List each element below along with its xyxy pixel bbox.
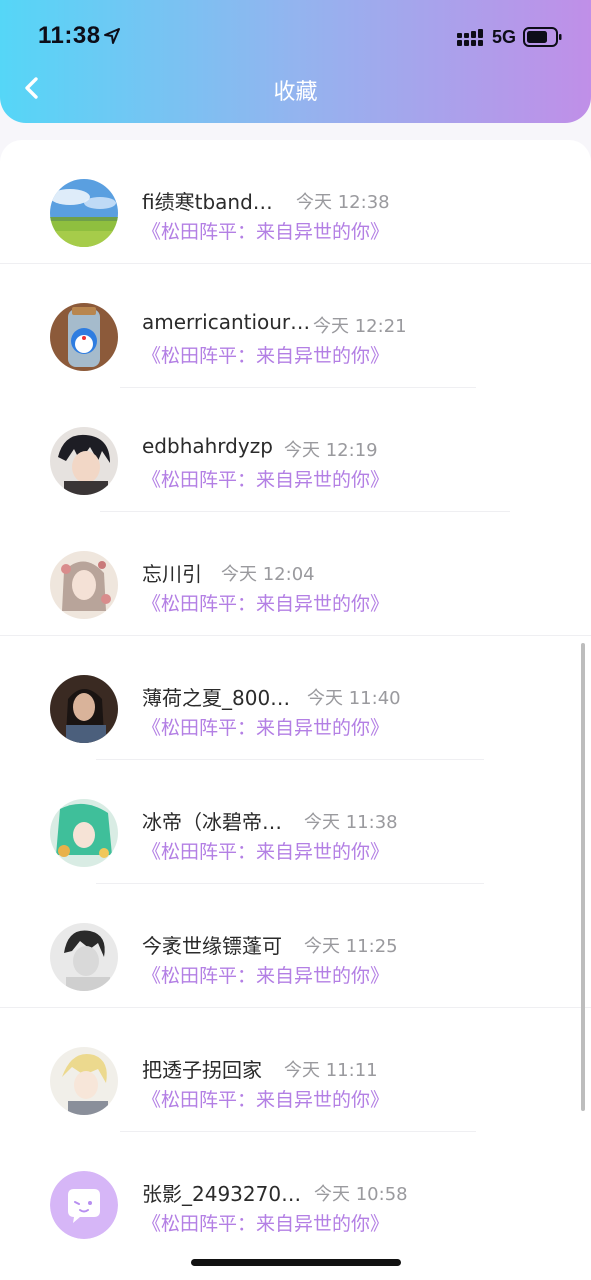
list-item[interactable]: 把透子拐回家 今天 11:11 《松田阵平：来自异世的你》 xyxy=(0,1008,591,1132)
status-bar: 11:38 5G xyxy=(0,0,591,70)
avatar[interactable] xyxy=(50,551,118,619)
user-name: edbhahrdyzp xyxy=(142,434,273,458)
list-item[interactable]: 忘川引 今天 12:04 《松田阵平：来自异世的你》 xyxy=(0,512,591,636)
battery-icon xyxy=(523,27,562,47)
book-title[interactable]: 《松田阵平：来自异世的你》 xyxy=(142,341,389,368)
time-stamp: 今天 11:40 xyxy=(307,688,401,709)
time-stamp: 今天 11:25 xyxy=(304,936,398,957)
user-name: 忘川引 xyxy=(142,562,202,586)
book-title[interactable]: 《松田阵平：来自异世的你》 xyxy=(142,713,389,740)
user-name: 张影_2493270… xyxy=(142,1182,302,1206)
home-indicator[interactable] xyxy=(191,1259,401,1266)
time-stamp: 今天 12:04 xyxy=(221,564,315,585)
list-item[interactable]: edbhahrdyzp 今天 12:19 《松田阵平：来自异世的你》 xyxy=(0,388,591,512)
book-title[interactable]: 《松田阵平：来自异世的你》 xyxy=(142,1209,389,1236)
avatar[interactable] xyxy=(50,799,118,867)
user-name: fi绩寒tband… xyxy=(142,190,273,214)
header: 11:38 5G 收藏 xyxy=(0,0,591,123)
avatar[interactable] xyxy=(50,1047,118,1115)
book-title[interactable]: 《松田阵平：来自异世的你》 xyxy=(142,1085,389,1112)
time-stamp: 今天 10:58 xyxy=(314,1184,408,1205)
avatar[interactable] xyxy=(50,1171,118,1239)
location-arrow-icon xyxy=(104,28,120,44)
signal-icon xyxy=(457,29,483,46)
status-time: 11:38 xyxy=(38,22,101,49)
list-item[interactable]: 张影_2493270… 今天 10:58 《松田阵平：来自异世的你》 xyxy=(0,1132,591,1256)
avatar[interactable] xyxy=(50,923,118,991)
book-title[interactable]: 《松田阵平：来自异世的你》 xyxy=(142,589,389,616)
time-stamp: 今天 12:21 xyxy=(313,316,407,337)
avatar[interactable] xyxy=(50,427,118,495)
avatar[interactable] xyxy=(50,303,118,371)
user-name: amerricantiour… xyxy=(142,310,311,334)
list-item[interactable]: 冰帝（冰碧帝… 今天 11:38 《松田阵平：来自异世的你》 xyxy=(0,760,591,884)
avatar[interactable] xyxy=(50,179,118,247)
list-item[interactable]: amerricantiour… 今天 12:21 《松田阵平：来自异世的你》 xyxy=(0,264,591,388)
book-title[interactable]: 《松田阵平：来自异世的你》 xyxy=(142,217,389,244)
user-name: 薄荷之夏_800… xyxy=(142,686,291,710)
user-name: 把透子拐回家 xyxy=(142,1058,262,1082)
time-stamp: 今天 12:38 xyxy=(296,192,390,213)
list-item[interactable]: 今袤世缘镖蓬可 今天 11:25 《松田阵平：来自异世的你》 xyxy=(0,884,591,1008)
book-title[interactable]: 《松田阵平：来自异世的你》 xyxy=(142,837,389,864)
page-title: 收藏 xyxy=(273,79,318,104)
network-type: 5G xyxy=(492,27,517,47)
time-stamp: 今天 11:11 xyxy=(284,1060,378,1081)
list-item[interactable]: fi绩寒tband… 今天 12:38 《松田阵平：来自异世的你》 xyxy=(0,140,591,264)
scrollbar[interactable] xyxy=(581,643,585,1111)
user-name: 今袤世缘镖蓬可 xyxy=(142,934,282,958)
favorites-list: fi绩寒tband… 今天 12:38 《松田阵平：来自异世的你》 amerri… xyxy=(0,140,591,1280)
list-item[interactable]: 薄荷之夏_800… 今天 11:40 《松田阵平：来自异世的你》 xyxy=(0,636,591,760)
time-stamp: 今天 12:19 xyxy=(284,440,378,461)
time-stamp: 今天 11:38 xyxy=(304,812,398,833)
avatar[interactable] xyxy=(50,675,118,743)
user-name: 冰帝（冰碧帝… xyxy=(142,810,282,834)
nav-bar: 收藏 xyxy=(0,62,591,114)
book-title[interactable]: 《松田阵平：来自异世的你》 xyxy=(142,961,389,988)
book-title[interactable]: 《松田阵平：来自异世的你》 xyxy=(142,465,389,492)
